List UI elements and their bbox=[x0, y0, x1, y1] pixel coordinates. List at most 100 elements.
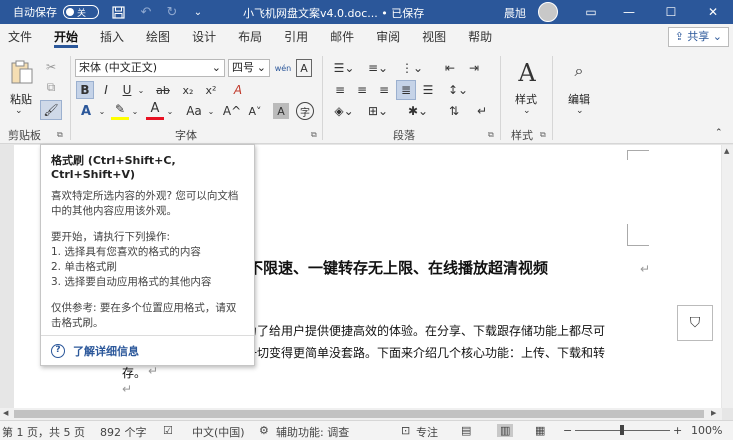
cut-icon[interactable]: ✂ bbox=[42, 58, 60, 76]
multilevel-list-icon[interactable]: ⋮⌄ bbox=[398, 59, 426, 77]
chevron-down-icon[interactable]: ⌄ bbox=[97, 102, 107, 120]
font-launcher-icon[interactable]: ⧉ bbox=[311, 130, 317, 140]
bold-button[interactable]: B bbox=[76, 81, 94, 99]
tab-design[interactable]: 设计 bbox=[181, 24, 227, 50]
clear-formatting-icon[interactable]: A bbox=[228, 81, 248, 99]
styles-label[interactable]: 样式 bbox=[515, 91, 537, 107]
chevron-down-icon[interactable]: ⌄ bbox=[206, 102, 216, 120]
numbering-icon[interactable]: ≡⌄ bbox=[364, 59, 392, 77]
enclose-characters-icon[interactable]: 字 bbox=[296, 102, 314, 120]
underline-button[interactable]: U bbox=[118, 81, 136, 99]
subscript-button[interactable]: x₂ bbox=[178, 81, 198, 99]
scrollbar-thumb[interactable] bbox=[14, 410, 704, 418]
change-case-button[interactable]: Aa bbox=[181, 102, 207, 120]
sort-icon[interactable]: ⇅ bbox=[444, 102, 464, 120]
paste-dropdown-icon[interactable]: ⌄ bbox=[15, 106, 23, 116]
show-marks-icon[interactable]: ↵ bbox=[472, 102, 492, 120]
strikethrough-button[interactable]: ab bbox=[152, 81, 174, 99]
document-line[interactable]: 一切变得更简单没套路。下面来介绍几个核心功能：上传、下载和转 bbox=[245, 344, 605, 361]
italic-button[interactable]: I bbox=[97, 81, 115, 99]
quick-access-dropdown-icon[interactable]: ⌄ bbox=[187, 0, 209, 24]
tab-draw[interactable]: 绘图 bbox=[135, 24, 181, 50]
justify-icon[interactable]: ≣ bbox=[396, 80, 416, 100]
scroll-up-icon[interactable]: ▲ bbox=[724, 147, 729, 155]
clipboard-launcher-icon[interactable]: ⧉ bbox=[57, 130, 63, 140]
document-title[interactable]: 小飞机网盘文案v4.0.doc... • 已保存 bbox=[243, 5, 424, 21]
language-status[interactable]: 中文(中国) bbox=[192, 424, 245, 440]
redo-icon[interactable]: ↻ bbox=[161, 0, 183, 24]
document-line[interactable]: 存。 bbox=[122, 364, 146, 381]
chevron-down-icon[interactable]: ⌄ bbox=[165, 102, 175, 120]
word-count[interactable]: 892 个字 bbox=[100, 424, 147, 440]
highlight-icon[interactable]: ✎ bbox=[111, 100, 129, 120]
font-size-select[interactable]: 四号 ⌄ bbox=[228, 59, 270, 77]
chevron-down-icon[interactable]: ⌄ bbox=[136, 81, 146, 99]
shrink-font-button[interactable]: A˅ bbox=[245, 102, 265, 120]
character-shading-icon[interactable]: A bbox=[273, 103, 289, 119]
read-mode-icon[interactable]: ▤ bbox=[461, 424, 471, 437]
share-button[interactable]: ⇪ 共享 ⌄ bbox=[667, 27, 729, 47]
grow-font-button[interactable]: A^ bbox=[222, 102, 242, 120]
chevron-down-icon[interactable]: ⌄ bbox=[576, 106, 584, 116]
save-icon[interactable] bbox=[107, 0, 129, 24]
tab-view[interactable]: 视图 bbox=[411, 24, 457, 50]
page-count[interactable]: 第 1 页，共 5 页 bbox=[2, 424, 85, 440]
minimize-icon[interactable]: — bbox=[614, 0, 644, 24]
phonetic-guide-icon[interactable]: wén bbox=[273, 59, 293, 77]
styles-launcher-icon[interactable]: ⧉ bbox=[540, 130, 546, 140]
tab-layout[interactable]: 布局 bbox=[227, 24, 273, 50]
document-heading[interactable]: 不限速、一键转存无上限、在线播放超清视频 bbox=[248, 257, 548, 278]
maximize-icon[interactable]: ☐ bbox=[656, 0, 686, 24]
paragraph-launcher-icon[interactable]: ⧉ bbox=[488, 130, 494, 140]
proofing-icon[interactable]: ☑ bbox=[163, 424, 173, 437]
scroll-right-icon[interactable]: ▶ bbox=[711, 409, 716, 417]
chevron-down-icon[interactable]: ⌄ bbox=[523, 106, 531, 116]
print-layout-icon[interactable]: ▥ bbox=[497, 424, 514, 437]
chevron-down-icon[interactable]: ⌄ bbox=[130, 102, 140, 120]
zoom-slider-thumb[interactable] bbox=[620, 425, 624, 435]
tab-home[interactable]: 开始 bbox=[43, 24, 89, 50]
tab-mailings[interactable]: 邮件 bbox=[319, 24, 365, 50]
asian-layout-icon[interactable]: ✱⌄ bbox=[404, 102, 432, 120]
borders-icon[interactable]: ⊞⌄ bbox=[364, 102, 392, 120]
distributed-icon[interactable]: ☰ bbox=[418, 81, 438, 99]
font-color-icon[interactable]: A bbox=[146, 100, 164, 120]
avatar[interactable] bbox=[538, 2, 558, 22]
copy-icon[interactable]: ⧉ bbox=[42, 78, 60, 96]
styles-icon[interactable]: A bbox=[512, 58, 542, 88]
autosave-toggle[interactable]: 关 bbox=[63, 5, 99, 19]
accessibility-status[interactable]: 辅助功能: 调查 bbox=[276, 424, 349, 440]
shading-icon[interactable]: ◈⌄ bbox=[330, 102, 358, 120]
ribbon-display-icon[interactable]: ▭ bbox=[576, 0, 606, 24]
tab-insert[interactable]: 插入 bbox=[89, 24, 135, 50]
align-right-icon[interactable]: ≡ bbox=[374, 81, 394, 99]
paste-label[interactable]: 粘贴 bbox=[10, 91, 32, 107]
horizontal-scrollbar[interactable]: ◀ ▶ bbox=[0, 408, 722, 420]
undo-icon[interactable]: ↶ bbox=[135, 0, 157, 24]
collapse-ribbon-icon[interactable]: ⌃ bbox=[715, 128, 723, 138]
decrease-indent-icon[interactable]: ⇤ bbox=[440, 59, 460, 77]
bullets-icon[interactable]: ☰⌄ bbox=[330, 59, 358, 77]
bookmark-icon[interactable]: ⛉ bbox=[677, 305, 713, 341]
close-icon[interactable]: ✕ bbox=[698, 0, 728, 24]
increase-indent-icon[interactable]: ⇥ bbox=[464, 59, 484, 77]
document-line[interactable]: 为了给用户提供便捷高效的体验。在分享、下载跟存储功能上都尽可 bbox=[245, 322, 605, 339]
align-center-icon[interactable]: ≡ bbox=[352, 81, 372, 99]
font-name-select[interactable]: 宋体 (中文正文) ⌄ bbox=[75, 59, 225, 77]
line-spacing-icon[interactable]: ↕⌄ bbox=[444, 81, 472, 99]
user-name[interactable]: 晨旭 bbox=[504, 5, 526, 21]
superscript-button[interactable]: x² bbox=[201, 81, 221, 99]
character-border-icon[interactable]: A bbox=[296, 59, 312, 77]
tab-review[interactable]: 审阅 bbox=[365, 24, 411, 50]
paste-icon[interactable] bbox=[8, 58, 36, 86]
format-painter-icon[interactable]: 🖌 bbox=[40, 100, 62, 120]
learn-more-link[interactable]: ? 了解详细信息 bbox=[51, 343, 139, 359]
search-icon[interactable]: ⌕ bbox=[566, 58, 592, 84]
tab-file[interactable]: 文件 bbox=[0, 24, 43, 50]
focus-mode[interactable]: 专注 bbox=[416, 424, 438, 440]
scroll-left-icon[interactable]: ◀ bbox=[3, 409, 8, 417]
tab-references[interactable]: 引用 bbox=[273, 24, 319, 50]
zoom-out-icon[interactable]: − bbox=[563, 424, 572, 437]
text-effects-icon[interactable]: A bbox=[76, 102, 96, 120]
zoom-in-icon[interactable]: + bbox=[673, 424, 682, 437]
